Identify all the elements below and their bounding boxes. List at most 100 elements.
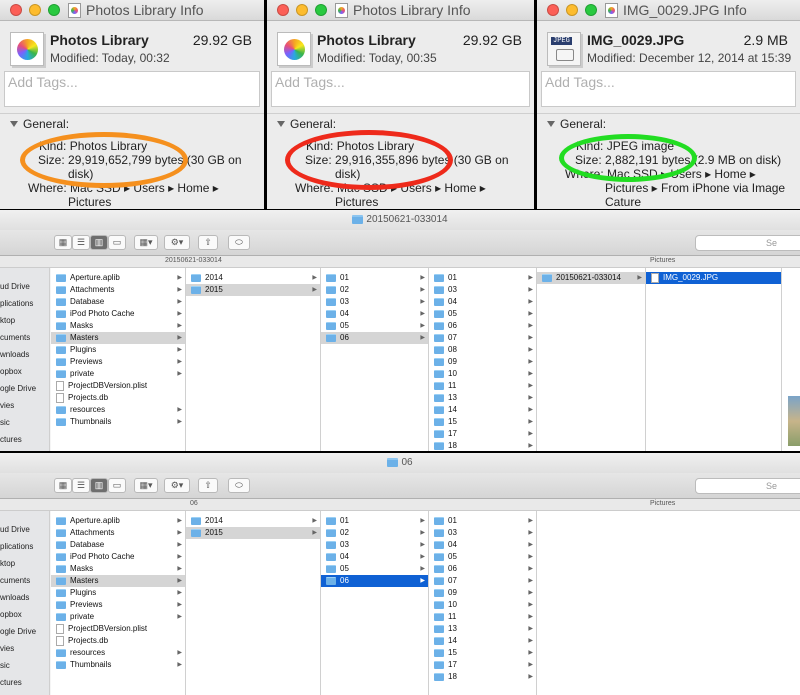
- folder-row[interactable]: 01 ▶: [429, 272, 536, 284]
- folder-row[interactable]: Masters ▶: [51, 332, 185, 344]
- folder-row[interactable]: 2014 ▶: [186, 272, 320, 284]
- arrange-button[interactable]: ▦▾: [134, 478, 158, 493]
- sidebar-item[interactable]: ktop: [0, 312, 49, 329]
- folder-row[interactable]: 04 ▶: [321, 551, 428, 563]
- folder-row[interactable]: 10 ▶: [429, 599, 536, 611]
- folder-row[interactable]: 02 ▶: [321, 527, 428, 539]
- tags-input[interactable]: Add Tags...: [271, 71, 530, 107]
- search-field[interactable]: Se: [695, 478, 800, 494]
- folder-row[interactable]: 05 ▶: [429, 551, 536, 563]
- folder-row[interactable]: 13 ▶: [429, 623, 536, 635]
- list-view-button[interactable]: ☰: [72, 478, 90, 493]
- folder-row[interactable]: Attachments ▶: [51, 527, 185, 539]
- close-button[interactable]: [547, 4, 559, 16]
- sidebar-item[interactable]: ud Drive: [0, 521, 49, 538]
- folder-row[interactable]: 05 ▶: [321, 563, 428, 575]
- folder-row[interactable]: 11 ▶: [429, 611, 536, 623]
- folder-row[interactable]: 17 ▶: [429, 659, 536, 671]
- folder-row[interactable]: 18 ▶: [429, 440, 536, 451]
- folder-row[interactable]: Thumbnails ▶: [51, 416, 185, 428]
- folder-row[interactable]: Masks ▶: [51, 563, 185, 575]
- search-field[interactable]: Se: [695, 235, 800, 251]
- close-button[interactable]: [277, 4, 289, 16]
- action-gear-button[interactable]: ⚙▾: [164, 478, 190, 493]
- sidebar-item[interactable]: plications: [0, 538, 49, 555]
- folder-row[interactable]: Masks ▶: [51, 320, 185, 332]
- folder-row[interactable]: 03 ▶: [321, 539, 428, 551]
- folder-row[interactable]: Plugins ▶: [51, 344, 185, 356]
- folder-row[interactable]: 2015 ▶: [186, 284, 320, 296]
- folder-row[interactable]: private ▶: [51, 368, 185, 380]
- disclosure-triangle-icon[interactable]: [10, 121, 18, 127]
- folder-row[interactable]: resources ▶: [51, 404, 185, 416]
- folder-row[interactable]: 01 ▶: [321, 515, 428, 527]
- folder-row[interactable]: 09 ▶: [429, 356, 536, 368]
- folder-row[interactable]: 04 ▶: [429, 296, 536, 308]
- folder-row[interactable]: 02 ▶: [321, 284, 428, 296]
- folder-row[interactable]: ProjectDBVersion.plist: [51, 380, 185, 392]
- folder-row[interactable]: 2014 ▶: [186, 515, 320, 527]
- sidebar-item[interactable]: ogle Drive: [0, 380, 49, 397]
- folder-row[interactable]: Attachments ▶: [51, 284, 185, 296]
- folder-row[interactable]: Plugins ▶: [51, 587, 185, 599]
- folder-row[interactable]: 13 ▶: [429, 392, 536, 404]
- sidebar-item[interactable]: vies: [0, 397, 49, 414]
- folder-row[interactable]: resources ▶: [51, 647, 185, 659]
- sidebar-item[interactable]: opbox: [0, 606, 49, 623]
- folder-row[interactable]: 18 ▶: [429, 671, 536, 683]
- folder-row[interactable]: 14 ▶: [429, 635, 536, 647]
- folder-row[interactable]: 01 ▶: [429, 515, 536, 527]
- tags-input[interactable]: Add Tags...: [541, 71, 796, 107]
- folder-row[interactable]: private ▶: [51, 611, 185, 623]
- folder-row[interactable]: 03 ▶: [429, 284, 536, 296]
- folder-row[interactable]: 10 ▶: [429, 368, 536, 380]
- folder-row[interactable]: 03 ▶: [321, 296, 428, 308]
- zoom-button[interactable]: [315, 4, 327, 16]
- sidebar-item[interactable]: cuments: [0, 329, 49, 346]
- sidebar-item[interactable]: ctures: [0, 431, 49, 448]
- folder-row[interactable]: 06 ▶: [429, 320, 536, 332]
- folder-row[interactable]: 07 ▶: [429, 575, 536, 587]
- minimize-button[interactable]: [566, 4, 578, 16]
- icon-view-button[interactable]: ▦: [54, 478, 72, 493]
- folder-row[interactable]: 07 ▶: [429, 332, 536, 344]
- minimize-button[interactable]: [29, 4, 41, 16]
- folder-row[interactable]: 05 ▶: [429, 308, 536, 320]
- folder-row[interactable]: Masters ▶: [51, 575, 185, 587]
- folder-row[interactable]: Previews ▶: [51, 356, 185, 368]
- folder-row[interactable]: 06 ▶: [321, 332, 428, 344]
- cover-flow-button[interactable]: ▭: [108, 235, 126, 250]
- folder-row[interactable]: 15 ▶: [429, 416, 536, 428]
- folder-row[interactable]: Database ▶: [51, 296, 185, 308]
- folder-row[interactable]: iPod Photo Cache ▶: [51, 308, 185, 320]
- zoom-button[interactable]: [585, 4, 597, 16]
- cover-flow-button[interactable]: ▭: [108, 478, 126, 493]
- sidebar-item[interactable]: plications: [0, 295, 49, 312]
- folder-row[interactable]: Thumbnails ▶: [51, 659, 185, 671]
- tags-input[interactable]: Add Tags...: [4, 71, 260, 107]
- arrange-button[interactable]: ▦▾: [134, 235, 158, 250]
- sidebar-item[interactable]: cuments: [0, 572, 49, 589]
- list-view-button[interactable]: ☰: [72, 235, 90, 250]
- folder-row[interactable]: 05 ▶: [321, 320, 428, 332]
- folder-row[interactable]: 2015 ▶: [186, 527, 320, 539]
- sidebar-item[interactable]: sic: [0, 414, 49, 431]
- folder-row[interactable]: Aperture.aplib ▶: [51, 515, 185, 527]
- folder-row[interactable]: Projects.db: [51, 392, 185, 404]
- column-view-button[interactable]: ▥: [90, 235, 108, 250]
- folder-row[interactable]: 06 ▶: [429, 563, 536, 575]
- file-row[interactable]: IMG_0029.JPG: [646, 272, 781, 284]
- sidebar-item[interactable]: ctures: [0, 674, 49, 691]
- folder-row[interactable]: 14 ▶: [429, 404, 536, 416]
- sidebar-item[interactable]: wnloads: [0, 589, 49, 606]
- disclosure-triangle-icon[interactable]: [277, 121, 285, 127]
- sidebar-item[interactable]: opbox: [0, 363, 49, 380]
- sidebar-item[interactable]: sic: [0, 657, 49, 674]
- folder-row[interactable]: 15 ▶: [429, 647, 536, 659]
- share-button[interactable]: ⇧: [198, 478, 218, 493]
- sidebar-item[interactable]: ktop: [0, 555, 49, 572]
- folder-row[interactable]: 11 ▶: [429, 380, 536, 392]
- edit-tags-button[interactable]: ⬭: [228, 235, 250, 250]
- folder-row[interactable]: 09 ▶: [429, 587, 536, 599]
- folder-row[interactable]: ProjectDBVersion.plist: [51, 623, 185, 635]
